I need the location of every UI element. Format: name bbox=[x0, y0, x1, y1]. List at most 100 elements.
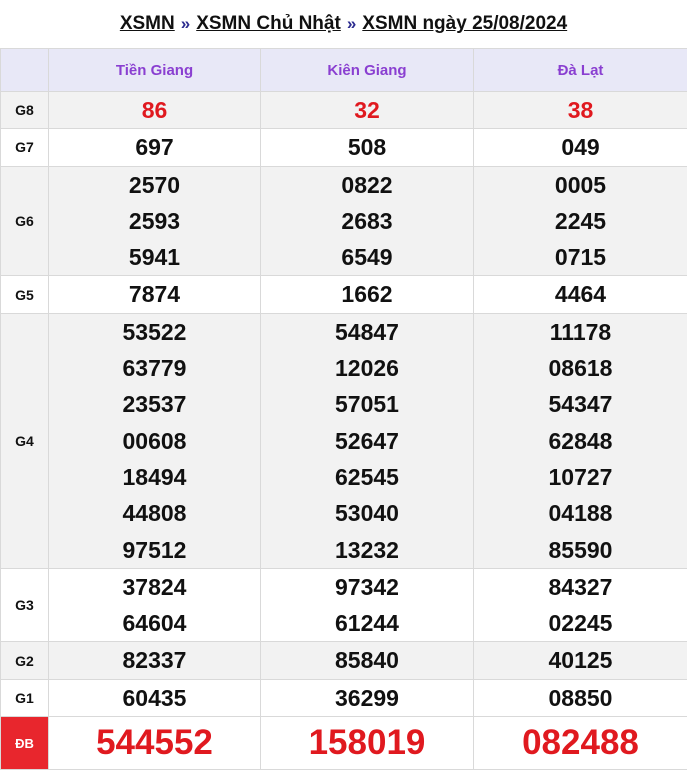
result-number: 08618 bbox=[548, 355, 613, 382]
result-number: 57051 bbox=[335, 391, 399, 418]
prize-row-special: ĐB 544552 158019 082488 bbox=[0, 716, 687, 771]
result-number: 53040 bbox=[335, 500, 399, 527]
breadcrumb-link-date[interactable]: XSMN ngày 25/08/2024 bbox=[362, 13, 567, 35]
header-corner bbox=[0, 48, 49, 92]
result-cell: 11178 08618 54347 62848 10727 04188 8559… bbox=[473, 312, 687, 569]
result-cell: 53522 63779 23537 00608 18494 44808 9751… bbox=[48, 312, 261, 569]
special-prize-number: 158019 bbox=[308, 723, 426, 763]
result-number: 37824 bbox=[122, 573, 187, 600]
result-cell: 97342 61244 bbox=[260, 567, 474, 643]
result-number: 84327 bbox=[548, 573, 613, 600]
result-number: 0822 bbox=[341, 171, 393, 198]
special-prize-badge: ĐB bbox=[0, 716, 49, 771]
result-number: 2245 bbox=[554, 207, 607, 234]
prize-row-g4: G4 53522 63779 23537 00608 18494 44808 9… bbox=[0, 312, 687, 569]
result-number: 40125 bbox=[548, 647, 613, 674]
result-number: 62545 bbox=[335, 463, 399, 490]
prize-label: G1 bbox=[0, 678, 49, 718]
prize-label: G7 bbox=[0, 128, 49, 167]
result-cell: 0822 2683 6549 bbox=[260, 165, 474, 277]
table-header-row: Tiền Giang Kiên Giang Đà Lạt bbox=[0, 48, 687, 92]
result-cell: 36299 bbox=[260, 678, 474, 718]
result-cell: 2570 2593 5941 bbox=[48, 165, 261, 277]
special-prize-number: 544552 bbox=[96, 723, 213, 763]
province-header[interactable]: Đà Lạt bbox=[473, 48, 687, 92]
prize-row-g7: G7 697 508 049 bbox=[0, 128, 687, 167]
result-number: 63779 bbox=[122, 355, 187, 382]
result-number: 64604 bbox=[122, 610, 187, 637]
prize-row-g8: G8 86 32 38 bbox=[0, 90, 687, 130]
result-number: 36299 bbox=[335, 684, 399, 711]
result-cell: 1662 bbox=[260, 275, 474, 314]
result-number: 0715 bbox=[554, 244, 607, 271]
prize-row-g6: G6 2570 2593 5941 0822 2683 6549 0005 22… bbox=[0, 165, 687, 277]
result-cell: 85840 bbox=[260, 641, 474, 680]
result-cell: 4464 bbox=[473, 275, 687, 314]
result-number: 6549 bbox=[341, 244, 393, 271]
result-number: 7874 bbox=[128, 281, 181, 308]
results-table: Tiền Giang Kiên Giang Đà Lạt G8 86 32 38… bbox=[0, 48, 687, 771]
result-number: 0005 bbox=[554, 171, 607, 198]
result-number: 13232 bbox=[335, 536, 399, 563]
prize-row-g5: G5 7874 1662 4464 bbox=[0, 275, 687, 314]
result-cell: 08850 bbox=[473, 678, 687, 718]
result-cell: 37824 64604 bbox=[48, 567, 261, 643]
result-cell: 049 bbox=[473, 128, 687, 167]
result-cell: 82337 bbox=[48, 641, 261, 680]
result-number: 38 bbox=[567, 97, 594, 123]
result-cell: 54847 12026 57051 52647 62545 53040 1323… bbox=[260, 312, 474, 569]
result-number: 11178 bbox=[549, 318, 612, 345]
result-number: 697 bbox=[135, 134, 174, 161]
prize-label: G8 bbox=[0, 90, 49, 130]
result-number: 049 bbox=[561, 134, 600, 161]
breadcrumb-separator: » bbox=[346, 14, 357, 33]
special-prize-number: 082488 bbox=[522, 723, 639, 763]
result-cell: 40125 bbox=[473, 641, 687, 680]
result-number: 86 bbox=[141, 97, 168, 123]
result-number: 00608 bbox=[122, 427, 187, 454]
result-cell: 60435 bbox=[48, 678, 261, 718]
breadcrumb-link-xsmn[interactable]: XSMN bbox=[120, 13, 175, 35]
result-number: 85590 bbox=[548, 536, 613, 563]
result-number: 54347 bbox=[548, 391, 613, 418]
result-number: 18494 bbox=[122, 463, 187, 490]
result-number: 44808 bbox=[122, 500, 187, 527]
result-number: 1662 bbox=[341, 281, 393, 308]
province-header[interactable]: Kiên Giang bbox=[260, 48, 474, 92]
result-number: 12026 bbox=[335, 355, 399, 382]
result-number: 62848 bbox=[548, 427, 613, 454]
result-cell: 7874 bbox=[48, 275, 261, 314]
breadcrumb: XSMN » XSMN Chủ Nhật » XSMN ngày 25/08/2… bbox=[0, 0, 687, 48]
prize-row-g3: G3 37824 64604 97342 61244 84327 02245 bbox=[0, 567, 687, 643]
result-number: 2593 bbox=[128, 207, 181, 234]
result-number: 54847 bbox=[335, 318, 399, 345]
result-number: 4464 bbox=[554, 281, 607, 308]
result-number: 2570 bbox=[128, 171, 181, 198]
breadcrumb-link-sunday[interactable]: XSMN Chủ Nhật bbox=[196, 13, 341, 35]
result-cell: 86 bbox=[48, 90, 261, 130]
prize-label: G5 bbox=[0, 275, 49, 314]
result-number: 53522 bbox=[122, 318, 187, 345]
result-number: 97512 bbox=[122, 536, 187, 563]
result-number: 97342 bbox=[335, 573, 399, 600]
prize-row-g2: G2 82337 85840 40125 bbox=[0, 641, 687, 680]
result-cell: 84327 02245 bbox=[473, 567, 687, 643]
prize-label: G4 bbox=[0, 312, 49, 569]
result-number: 508 bbox=[347, 134, 387, 161]
result-cell: 508 bbox=[260, 128, 474, 167]
result-number: 02245 bbox=[548, 610, 613, 637]
result-number: 60435 bbox=[122, 684, 187, 711]
prize-label: G6 bbox=[0, 165, 49, 277]
prize-label: G2 bbox=[0, 641, 49, 680]
result-cell: 082488 bbox=[473, 716, 687, 771]
province-header[interactable]: Tiền Giang bbox=[48, 48, 261, 92]
result-number: 23537 bbox=[122, 391, 187, 418]
result-number: 32 bbox=[354, 97, 380, 123]
result-number: 5941 bbox=[128, 244, 181, 271]
result-number: 08850 bbox=[548, 684, 613, 711]
breadcrumb-separator: » bbox=[180, 14, 191, 33]
result-cell: 38 bbox=[473, 90, 687, 130]
result-cell: 0005 2245 0715 bbox=[473, 165, 687, 277]
result-number: 04188 bbox=[548, 500, 613, 527]
result-cell: 32 bbox=[260, 90, 474, 130]
